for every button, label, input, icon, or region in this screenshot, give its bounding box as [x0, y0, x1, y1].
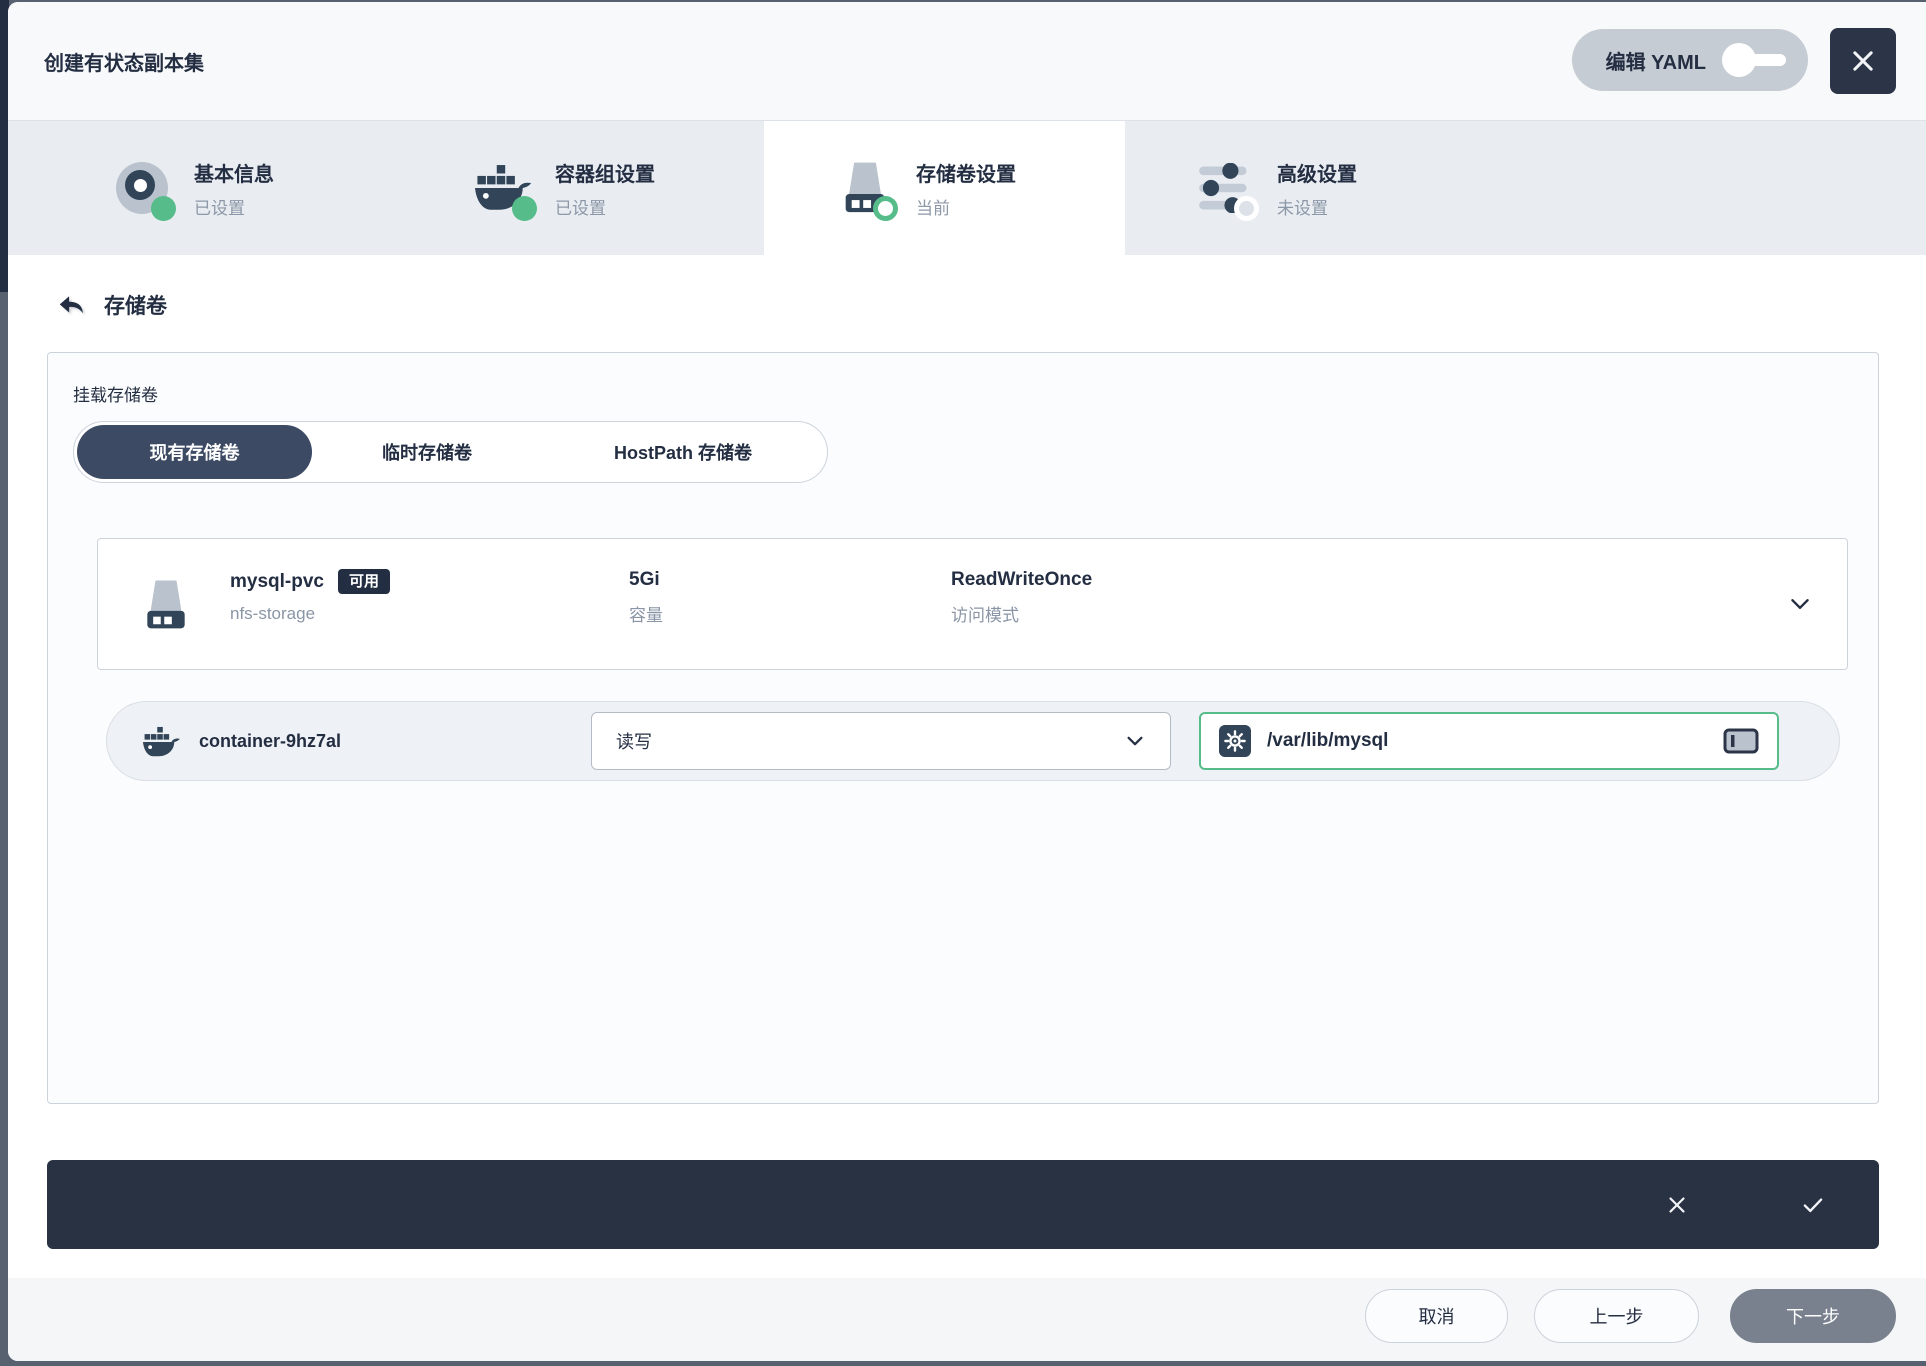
step-status: 已设置 — [194, 194, 274, 219]
status-badge: 可用 — [338, 569, 390, 594]
capacity-label: 容量 — [629, 601, 663, 626]
tab-advanced-settings[interactable]: 高级设置 未设置 — [1125, 121, 1486, 255]
storage-class: nfs-storage — [230, 604, 390, 624]
step-label: 容器组设置 — [555, 158, 655, 187]
mount-path-input[interactable] — [1267, 730, 1707, 752]
cancel-volume-button[interactable] — [1647, 1160, 1707, 1249]
volume-confirm-bar — [47, 1160, 1879, 1249]
modal-footer: 取消 上一步 下一步 — [8, 1278, 1926, 1361]
tab-existing-volume[interactable]: 现有存储卷 — [77, 425, 312, 479]
step-done-badge — [512, 196, 537, 221]
tab-temporary-volume[interactable]: 临时存储卷 — [312, 425, 542, 479]
back-arrow-icon[interactable] — [56, 290, 86, 320]
container-mount-row: container-9hz7al 读写 — [106, 701, 1840, 781]
capacity-value: 5Gi — [629, 569, 663, 591]
close-icon — [1849, 47, 1877, 75]
create-statefulset-modal: 创建有状态副本集 编辑 YAML 基本信息 — [8, 2, 1926, 1361]
step-done-badge — [151, 196, 176, 221]
step-tabbar: 基本信息 已设置 容器组设置 已设置 — [8, 120, 1926, 255]
step-label: 高级设置 — [1277, 158, 1357, 187]
previous-step-button[interactable]: 上一步 — [1534, 1289, 1699, 1343]
storage-volume-icon — [138, 577, 194, 633]
mount-volume-label: 挂载存储卷 — [73, 381, 158, 406]
step-current-badge — [873, 196, 898, 221]
toggle-switch-icon[interactable] — [1722, 43, 1786, 77]
step-label: 存储卷设置 — [916, 158, 1016, 187]
close-icon — [1665, 1193, 1689, 1217]
next-step-button[interactable]: 下一步 — [1730, 1289, 1896, 1343]
insert-field-icon[interactable] — [1723, 728, 1759, 754]
confirm-volume-button[interactable] — [1783, 1160, 1843, 1249]
gear-icon — [1219, 725, 1251, 757]
pvc-name: mysql-pvc — [230, 571, 324, 593]
access-mode-selected: 读写 — [616, 728, 1124, 754]
access-mode-label: 访问模式 — [951, 601, 1092, 626]
modal-title: 创建有状态副本集 — [44, 2, 204, 120]
step-label: 基本信息 — [194, 158, 274, 187]
chevron-down-icon — [1124, 730, 1146, 752]
modal-header: 创建有状态副本集 编辑 YAML — [8, 2, 1926, 120]
container-name: container-9hz7al — [199, 702, 341, 780]
mount-volume-panel: 挂载存储卷 现有存储卷 临时存储卷 HostPath 存储卷 mysql-pvc — [47, 352, 1879, 1104]
pvc-card[interactable]: mysql-pvc 可用 nfs-storage 5Gi 容量 ReadWrit… — [97, 538, 1848, 670]
edit-yaml-label: 编辑 YAML — [1606, 46, 1706, 75]
edit-yaml-toggle[interactable]: 编辑 YAML — [1572, 29, 1808, 91]
step-status: 已设置 — [555, 194, 655, 219]
volume-type-tabs: 现有存储卷 临时存储卷 HostPath 存储卷 — [73, 421, 828, 483]
step-status: 当前 — [916, 194, 1016, 219]
docker-whale-icon — [143, 726, 181, 758]
access-mode-select[interactable]: 读写 — [591, 712, 1171, 770]
close-button[interactable] — [1830, 28, 1896, 94]
tab-basic-info[interactable]: 基本信息 已设置 — [42, 121, 403, 255]
chevron-down-icon[interactable] — [1787, 591, 1813, 617]
check-icon — [1800, 1192, 1826, 1218]
access-mode-value: ReadWriteOnce — [951, 569, 1092, 591]
cancel-button[interactable]: 取消 — [1365, 1289, 1508, 1343]
storage-settings-panel: 存储卷 挂载存储卷 现有存储卷 临时存储卷 HostPath 存储卷 — [8, 255, 1926, 1278]
section-title: 存储卷 — [104, 290, 167, 320]
step-status: 未设置 — [1277, 194, 1357, 219]
step-pending-badge — [1234, 196, 1259, 221]
mount-path-field — [1199, 712, 1779, 770]
tab-hostpath-volume[interactable]: HostPath 存储卷 — [542, 425, 824, 479]
tab-storage-settings[interactable]: 存储卷设置 当前 — [764, 121, 1125, 255]
tab-pod-settings[interactable]: 容器组设置 已设置 — [403, 121, 764, 255]
